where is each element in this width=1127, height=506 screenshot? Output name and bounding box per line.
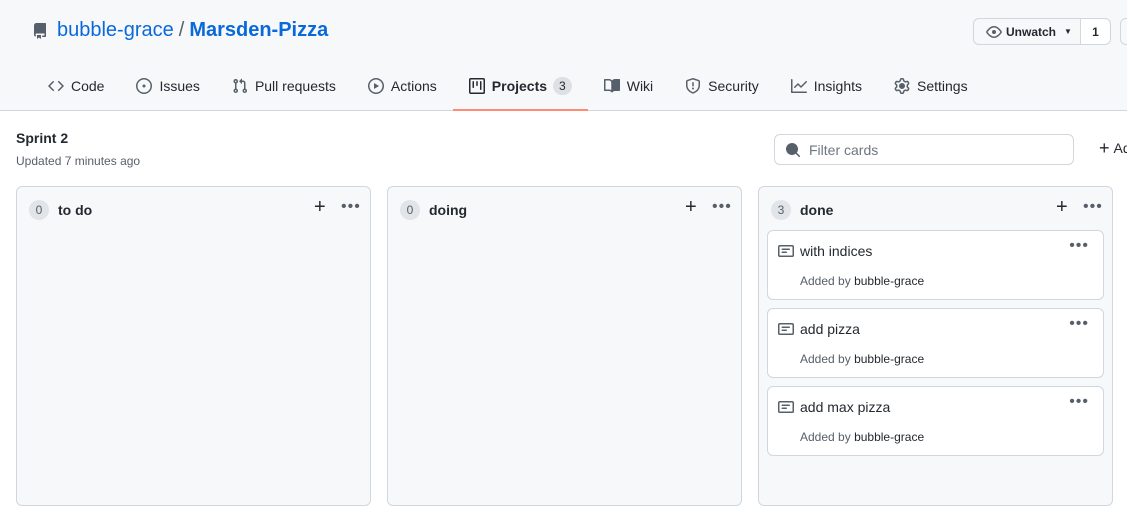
play-icon (367, 78, 384, 94)
card-title: with indices (800, 243, 873, 259)
note-icon (778, 243, 794, 259)
unwatch-button[interactable]: Unwatch ▼ (973, 18, 1081, 45)
card-title: add pizza (800, 321, 860, 337)
project-updated: Updated 7 minutes ago (16, 154, 141, 168)
card-title: add max pizza (800, 399, 891, 415)
column-done: 3 done + ••• with indices Added by bubbl… (758, 186, 1113, 506)
tab-issues[interactable]: Issues (120, 70, 215, 102)
tab-label: Wiki (626, 78, 654, 94)
filter-placeholder: Filter cards (809, 141, 879, 158)
star-button[interactable] (1120, 18, 1127, 45)
tab-security[interactable]: Security (669, 70, 775, 102)
card-meta: Added by bubble-grace (800, 430, 924, 444)
column-to-do: 0 to do + ••• (16, 186, 371, 506)
column-menu-icon[interactable]: ••• (1083, 197, 1103, 217)
eye-icon (986, 24, 1002, 40)
note-card[interactable]: add max pizza Added by bubble-grace ••• (767, 386, 1104, 456)
note-card[interactable]: add pizza Added by bubble-grace ••• (767, 308, 1104, 378)
column-header: 0 to do (29, 200, 92, 220)
book-icon (603, 78, 620, 94)
column-count: 0 (29, 200, 49, 220)
tab-actions[interactable]: Actions (352, 70, 453, 102)
card-meta-prefix: Added by (800, 352, 851, 366)
tab-projects[interactable]: Projects 3 (452, 70, 588, 111)
repo-header: bubble-grace / Marsden-Pizza Unwatch ▼ 1… (0, 0, 1127, 111)
plus-icon: + (1099, 138, 1110, 158)
repo-name-link[interactable]: Marsden-Pizza (189, 19, 328, 42)
tab-label: Insights (813, 78, 862, 94)
note-icon (778, 399, 794, 415)
note-icon (778, 321, 794, 337)
unwatch-label: Unwatch (1006, 24, 1057, 39)
tab-label: Issues (159, 78, 200, 94)
project-icon (468, 78, 485, 94)
repo-owner-link[interactable]: bubble-grace (57, 19, 174, 42)
tab-label: Security (708, 78, 759, 94)
add-card-plus-icon[interactable]: + (685, 197, 697, 217)
column-name: to do (58, 202, 93, 218)
card-meta: Added by bubble-grace (800, 352, 924, 366)
add-card-plus-icon[interactable]: + (314, 197, 326, 217)
chevron-down-icon: ▼ (1064, 27, 1072, 36)
tab-label: Settings (917, 78, 968, 94)
repo-separator: / (178, 19, 185, 41)
tab-pull-requests[interactable]: Pull requests (216, 70, 352, 102)
add-card-plus-icon[interactable]: + (1056, 197, 1068, 217)
card-author-link[interactable]: bubble-grace (854, 274, 924, 288)
code-icon (48, 78, 64, 94)
note-card[interactable]: with indices Added by bubble-grace ••• (767, 230, 1104, 300)
column-menu-icon[interactable]: ••• (341, 197, 361, 217)
column-menu-icon[interactable]: ••• (712, 197, 732, 217)
issue-icon (136, 78, 153, 94)
column-name: done (800, 202, 834, 218)
tab-wiki[interactable]: Wiki (588, 70, 669, 102)
column-name: doing (429, 202, 468, 218)
tab-settings[interactable]: Settings (878, 70, 984, 102)
card-meta-prefix: Added by (800, 274, 851, 288)
card-meta-prefix: Added by (800, 430, 851, 444)
card-meta: Added by bubble-grace (800, 274, 924, 288)
column-doing: 0 doing + ••• (387, 186, 742, 506)
card-menu-icon[interactable]: ••• (1069, 237, 1089, 255)
card-author-link[interactable]: bubble-grace (854, 430, 924, 444)
filter-cards-input[interactable]: Filter cards (774, 134, 1074, 165)
shield-icon (685, 78, 701, 94)
column-header: 3 done (771, 200, 833, 220)
projects-counter: 3 (553, 77, 572, 95)
tab-label: Projects (491, 78, 548, 94)
column-count: 3 (771, 200, 791, 220)
project-title: Sprint 2 (16, 130, 69, 146)
tab-label: Code (71, 78, 105, 94)
graph-icon (790, 78, 807, 94)
pull-request-icon (232, 78, 248, 94)
tab-code[interactable]: Code (32, 70, 120, 102)
tab-label: Pull requests (254, 78, 336, 94)
add-column-label: Ad (1113, 140, 1127, 156)
repo-title: bubble-grace / Marsden-Pizza (32, 19, 328, 42)
card-author-link[interactable]: bubble-grace (854, 352, 924, 366)
gear-icon (894, 78, 910, 94)
repo-nav-tabs: Code Issues Pull requests Actions Projec… (32, 70, 984, 111)
tab-label: Actions (390, 78, 437, 94)
repo-icon (32, 22, 48, 39)
card-menu-icon[interactable]: ••• (1069, 315, 1089, 333)
column-header: 0 doing (400, 200, 467, 220)
column-count: 0 (400, 200, 420, 220)
add-column-button[interactable]: + Ad (1099, 138, 1127, 158)
tab-insights[interactable]: Insights (775, 70, 878, 102)
watch-count[interactable]: 1 (1080, 18, 1111, 45)
card-menu-icon[interactable]: ••• (1069, 393, 1089, 411)
search-icon (785, 142, 801, 158)
